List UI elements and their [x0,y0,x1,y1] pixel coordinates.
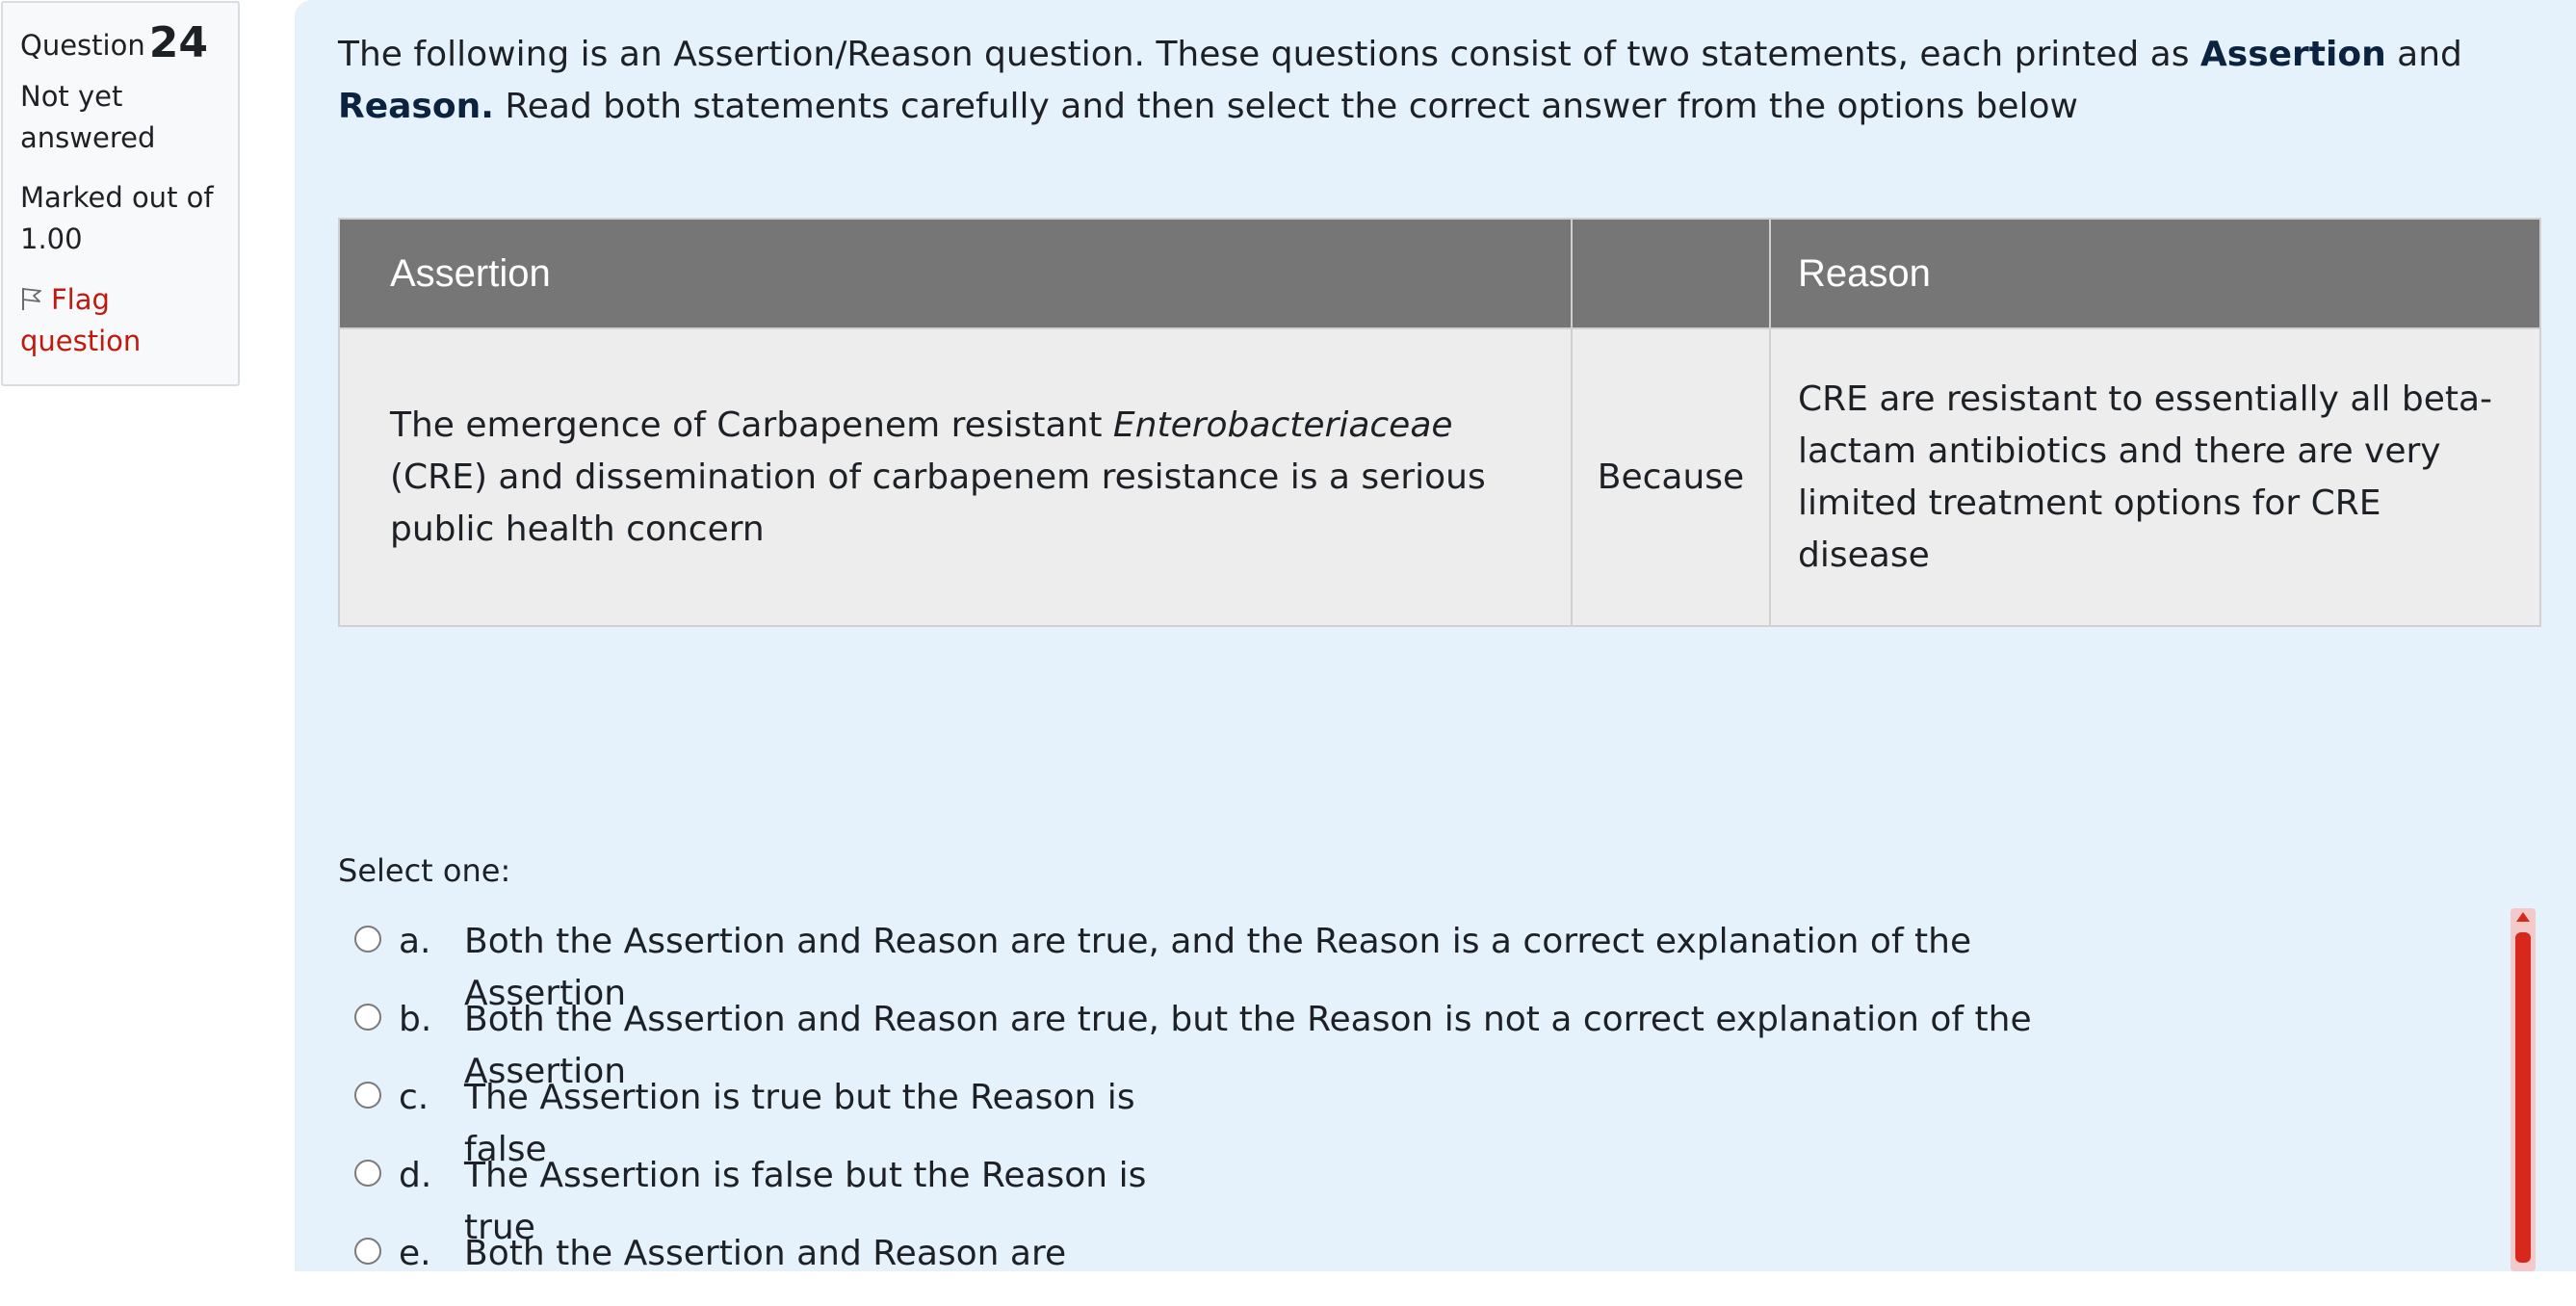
table-header-row: Assertion Reason [338,218,2541,329]
question-grade: Marked out of 1.00 [20,181,214,255]
scroll-up-arrow-icon[interactable] [2516,912,2530,922]
question-label: Question [20,29,145,62]
flag-icon [22,288,41,310]
select-one-prompt: Select one: [338,852,511,889]
question-number-heading: Question24 [20,20,221,68]
assertion-reason-table: Assertion Reason The emergence of Carbap… [338,218,2541,627]
assertion-italic-term: Enterobacteriaceae [1112,405,1453,445]
radio-button-e[interactable] [354,1238,381,1265]
header-middle [1571,218,1771,329]
option-text-e: Both the Assertion and Reason are [464,1234,1067,1273]
radio-button-c[interactable] [354,1082,381,1109]
intro-bold-assertion: Assertion [2199,35,2386,74]
assertion-text-2: (CRE) and dissemination of carbapenem re… [390,457,1486,549]
flag-question-link[interactable]: Flag question [20,279,221,362]
intro-text-1: The following is an Assertion/Reason que… [338,35,2200,74]
question-state: Not yet answered [20,80,156,154]
radio-button-d[interactable] [354,1160,381,1187]
radio-button-a[interactable] [354,926,381,953]
connector-cell: Because [1571,327,1771,627]
assertion-text-1: The emergence of Carbapenem resistant [390,405,1113,445]
reason-cell: CRE are resistant to essentially all bet… [1769,327,2541,627]
question-number: 24 [148,18,208,67]
radio-button-b[interactable] [354,1004,381,1031]
intro-bold-reason: Reason. [338,87,494,126]
intro-text-3: Read both statements carefully and then … [493,87,2078,126]
scrollbar-thumb[interactable] [2515,932,2531,1263]
table-row: The emergence of Carbapenem resistant En… [338,327,2541,627]
question-intro: The following is an Assertion/Reason que… [338,29,2505,133]
header-reason: Reason [1769,218,2541,329]
vertical-scrollbar[interactable] [2511,908,2536,1271]
option-letter-d: d. [399,1156,432,1195]
option-letter-c: c. [399,1078,429,1117]
option-letter-a: a. [399,922,431,961]
intro-text-2: and [2385,35,2462,74]
assertion-cell: The emergence of Carbapenem resistant En… [338,327,1573,627]
header-assertion: Assertion [338,218,1573,329]
option-letter-b: b. [399,1000,432,1039]
option-letter-e: e. [399,1234,431,1273]
question-info-panel: Question24 Not yet answered Marked out o… [1,1,240,386]
